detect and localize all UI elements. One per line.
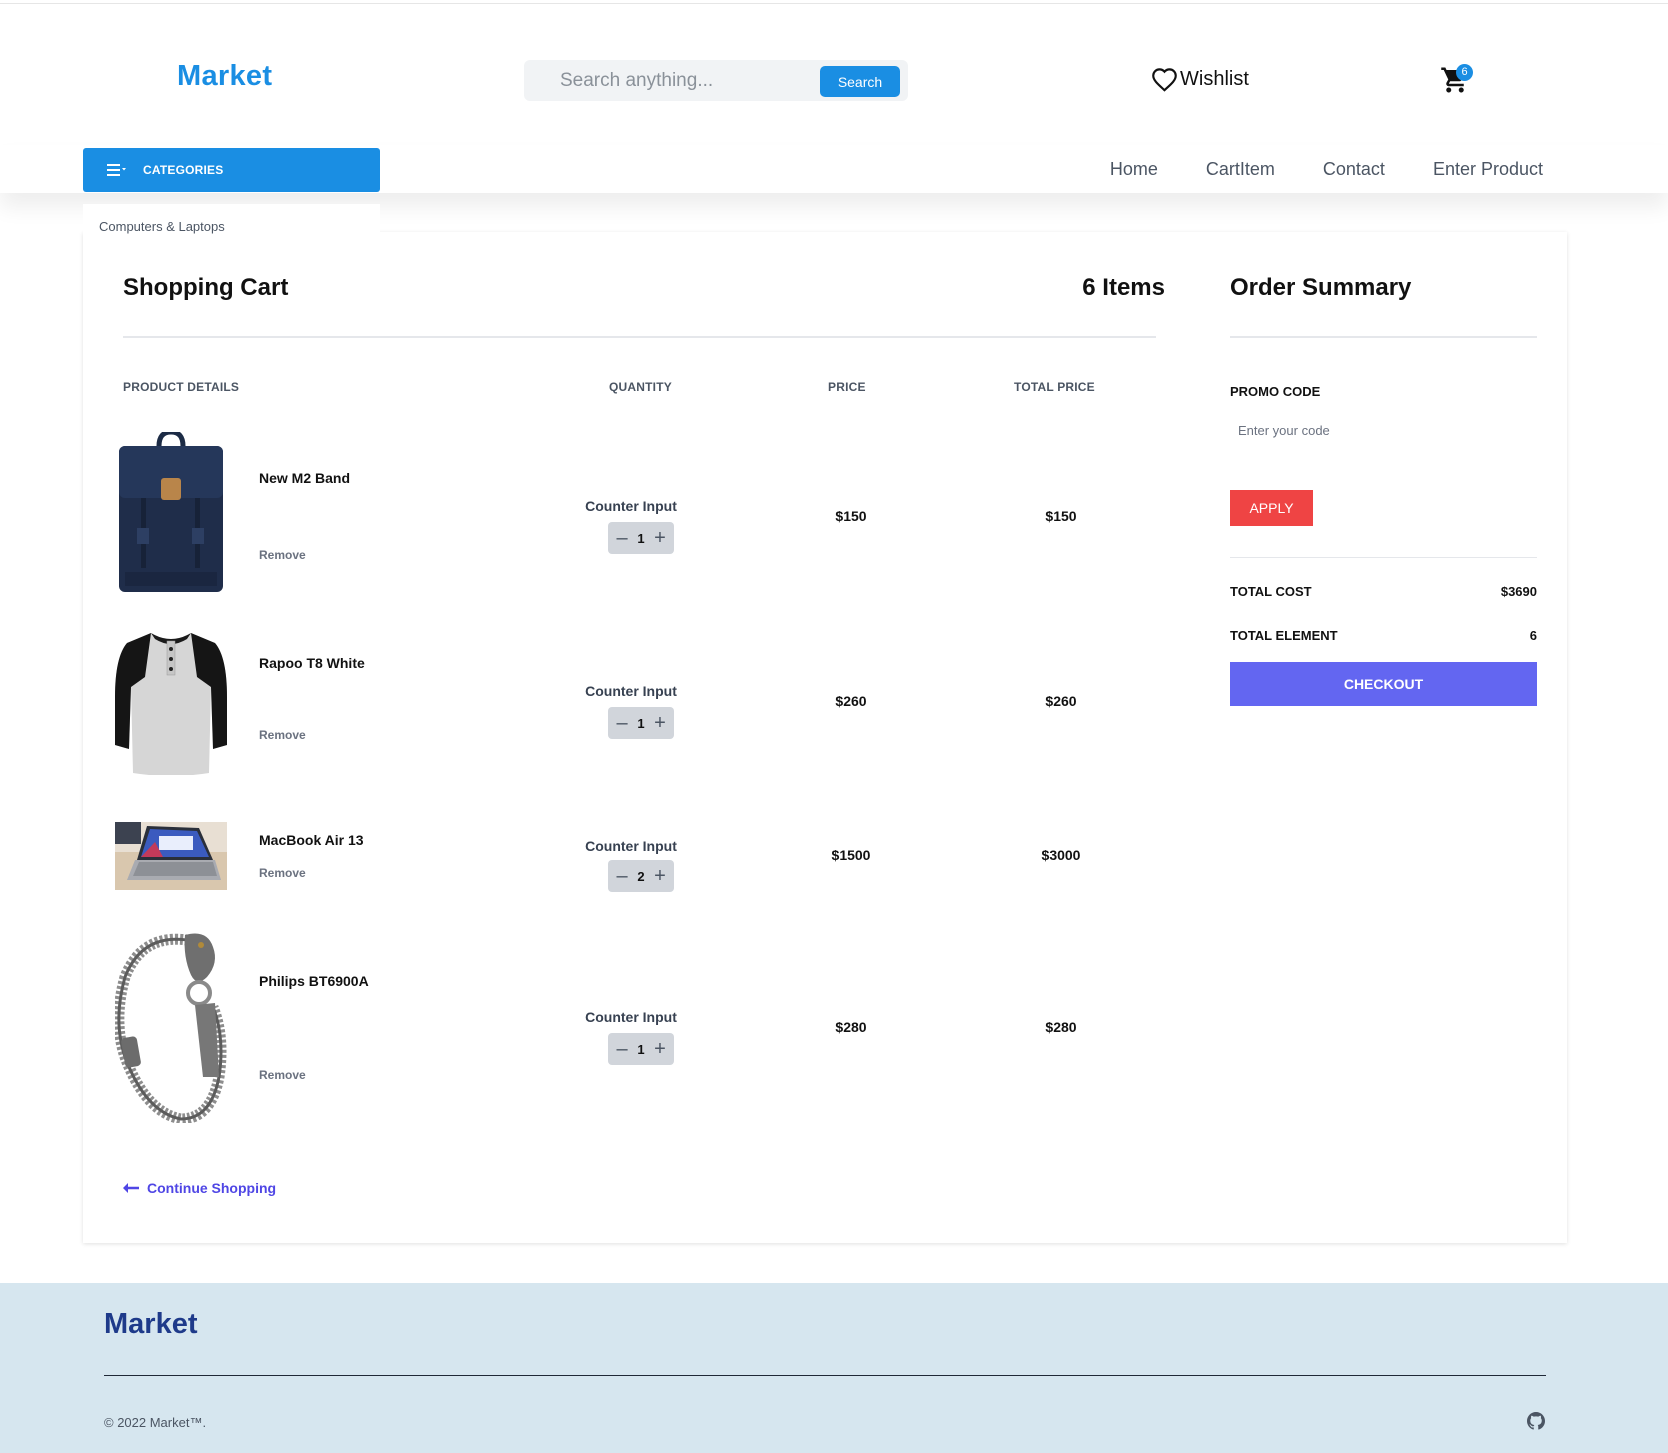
- menu-icon: [107, 164, 126, 176]
- summary-title: Order Summary: [1230, 274, 1412, 301]
- heart-icon: [1152, 67, 1177, 92]
- decrement-button[interactable]: –: [614, 707, 630, 739]
- order-summary-panel: Order Summary PROMO CODE APPLY TOTAL COS…: [1195, 232, 1567, 1243]
- item-price: $280: [835, 1019, 867, 1035]
- item-total-price: $150: [1045, 508, 1077, 524]
- remove-button[interactable]: Remove: [259, 548, 306, 562]
- promo-code-input[interactable]: [1230, 409, 1537, 451]
- column-header-product: PRODUCT DETAILS: [123, 380, 240, 394]
- quantity-value: 1: [637, 530, 645, 546]
- item-total-price: $3000: [1041, 847, 1081, 863]
- category-item-computers-laptops[interactable]: Computers & Laptops: [83, 204, 380, 244]
- item-total-price: $260: [1045, 693, 1077, 709]
- product-name: Rapoo T8 White: [259, 655, 365, 671]
- total-cost-row: TOTAL COST $3690: [1230, 584, 1537, 599]
- total-element-value: 6: [1529, 628, 1537, 643]
- search-button[interactable]: Search: [820, 66, 900, 97]
- cart-button[interactable]: 6: [1440, 64, 1473, 97]
- quantity-stepper: – 1 +: [608, 1033, 674, 1065]
- apply-button[interactable]: APPLY: [1230, 490, 1313, 526]
- item-total-price: $280: [1045, 1019, 1077, 1035]
- item-price: $1500: [831, 847, 871, 863]
- product-name: MacBook Air 13: [259, 832, 364, 848]
- decrement-button[interactable]: –: [614, 860, 630, 892]
- nav-home[interactable]: Home: [1110, 159, 1158, 180]
- summary-divider: [1230, 557, 1537, 558]
- footer-divider: [104, 1375, 1546, 1376]
- column-header-quantity: QUANTITY: [609, 380, 672, 394]
- counter-label: Counter Input: [585, 1009, 677, 1025]
- nav-links: Home CartItem Contact Enter Product: [1062, 145, 1543, 193]
- nav-contact[interactable]: Contact: [1323, 159, 1385, 180]
- cart-title: Shopping Cart: [123, 274, 289, 301]
- checkout-button[interactable]: CHECKOUT: [1230, 662, 1537, 706]
- counter-label: Counter Input: [585, 683, 677, 699]
- shirt-image: [115, 633, 227, 775]
- continue-shopping-label: Continue Shopping: [147, 1180, 277, 1196]
- quantity-value: 1: [637, 1041, 645, 1057]
- product-name: New M2 Band: [259, 470, 351, 486]
- site-footer: Market © 2022 Market™.: [0, 1283, 1668, 1453]
- increment-button[interactable]: +: [652, 1033, 668, 1065]
- shopping-cart-panel: Shopping Cart 6 Items PRODUCT DETAILS QU…: [83, 232, 1195, 1243]
- decrement-button[interactable]: –: [614, 522, 630, 554]
- categories-button[interactable]: CATEGORIES: [83, 148, 380, 192]
- footer-copyright: © 2022 Market™.: [104, 1415, 207, 1430]
- site-logo[interactable]: Market: [177, 60, 272, 93]
- increment-button[interactable]: +: [652, 860, 668, 892]
- remove-button[interactable]: Remove: [259, 1068, 306, 1082]
- item-price: $150: [835, 508, 867, 524]
- total-element-label: TOTAL ELEMENT: [1230, 628, 1338, 643]
- item-price: $260: [835, 693, 867, 709]
- wishlist-link[interactable]: Wishlist: [1151, 62, 1249, 96]
- main-navbar: CATEGORIES Home CartItem Contact Enter P…: [0, 145, 1668, 193]
- github-icon[interactable]: [1527, 1412, 1545, 1430]
- total-cost-label: TOTAL COST: [1230, 584, 1312, 599]
- cart-divider: [123, 336, 1156, 338]
- increment-button[interactable]: +: [652, 707, 668, 739]
- total-element-row: TOTAL ELEMENT 6: [1230, 628, 1537, 643]
- cart-row: Rapoo T8 White Remove Counter Input – 1 …: [83, 627, 1195, 777]
- quantity-value: 1: [637, 715, 645, 731]
- cart-card: Shopping Cart 6 Items PRODUCT DETAILS QU…: [83, 232, 1567, 1243]
- cart-item-count: 6 Items: [1082, 274, 1165, 301]
- quantity-stepper: – 1 +: [608, 707, 674, 739]
- cart-row: New M2 Band Remove Counter Input – 1 + $…: [83, 432, 1195, 602]
- categories-label: CATEGORIES: [143, 163, 224, 177]
- footer-logo[interactable]: Market: [104, 1308, 198, 1341]
- search-input[interactable]: [560, 60, 800, 101]
- counter-label: Counter Input: [585, 838, 677, 854]
- site-header: Market Search Wishlist 6: [0, 5, 1668, 145]
- promo-code-label: PROMO CODE: [1230, 384, 1321, 399]
- quantity-stepper: – 1 +: [608, 522, 674, 554]
- backpack-image: [119, 432, 223, 592]
- cart-row: MacBook Air 13 Remove Counter Input – 2 …: [83, 822, 1195, 892]
- remove-button[interactable]: Remove: [259, 866, 306, 880]
- quantity-value: 2: [637, 868, 645, 884]
- column-header-price: PRICE: [828, 380, 866, 394]
- cart-row: Philips BT6900A Remove Counter Input – 1…: [83, 927, 1195, 1127]
- laptop-image: [115, 822, 227, 890]
- column-header-total: TOTAL PRICE: [1014, 380, 1095, 394]
- decrement-button[interactable]: –: [614, 1033, 630, 1065]
- arrow-left-icon: [123, 1183, 139, 1193]
- increment-button[interactable]: +: [652, 522, 668, 554]
- wishlist-label: Wishlist: [1180, 67, 1249, 90]
- total-cost-value: $3690: [1500, 584, 1537, 599]
- summary-divider: [1230, 336, 1537, 338]
- counter-label: Counter Input: [585, 498, 677, 514]
- continue-shopping-link[interactable]: Continue Shopping: [123, 1180, 276, 1196]
- nav-cartitem[interactable]: CartItem: [1206, 159, 1275, 180]
- cart-count-badge: 6: [1456, 64, 1473, 81]
- quantity-stepper: – 2 +: [608, 860, 674, 892]
- nav-enter-product[interactable]: Enter Product: [1433, 159, 1543, 180]
- product-name: Philips BT6900A: [259, 973, 369, 989]
- remove-button[interactable]: Remove: [259, 728, 306, 742]
- bracelet-image: [115, 933, 227, 1123]
- top-border: [0, 0, 1668, 4]
- search-bar: Search: [524, 60, 908, 101]
